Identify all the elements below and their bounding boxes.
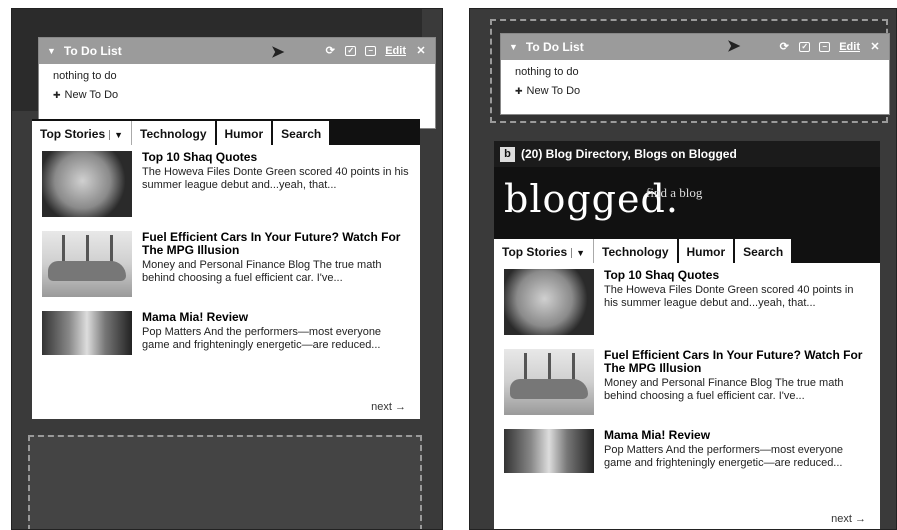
tab-search[interactable]: Search [273, 121, 332, 145]
story-summary: The Howeva Files Donte Green scored 40 p… [604, 284, 854, 309]
checkbox-icon[interactable]: ✓ [799, 42, 811, 52]
stories-widget: Top Stories ▼ Technology Humor Search Top… [494, 237, 880, 529]
story-title[interactable]: Top 10 Shaq Quotes [604, 269, 870, 282]
minimize-icon[interactable]: – [365, 46, 377, 56]
refresh-icon[interactable]: ⟳ [778, 41, 790, 53]
arrow-right-icon: → [855, 513, 866, 525]
collapse-icon[interactable]: ▼ [509, 42, 518, 52]
refresh-icon[interactable]: ⟳ [324, 45, 336, 57]
todo-title: To Do List [63, 44, 122, 58]
tab-top-stories[interactable]: Top Stories ▼ [32, 121, 133, 145]
blog-tagline: find a blog [646, 185, 703, 200]
tab-humor[interactable]: Humor [678, 239, 736, 263]
story-summary: Money and Personal Finance Blog The true… [604, 377, 844, 402]
close-icon[interactable]: ✕ [415, 45, 427, 57]
todo-titlebar[interactable]: ▼ To Do List ➤ ⟳ ✓ – Edit ✕ [39, 38, 435, 64]
tab-humor[interactable]: Humor [216, 121, 274, 145]
list-item[interactable]: Fuel Efficient Cars In Your Future? Watc… [42, 231, 410, 297]
story-title[interactable]: Top 10 Shaq Quotes [142, 151, 410, 164]
arrow-right-icon: → [395, 401, 406, 413]
list-item[interactable]: Top 10 Shaq Quotes The Howeva Files Dont… [504, 269, 870, 335]
tab-technology[interactable]: Technology [132, 121, 217, 145]
tab-search[interactable]: Search [735, 239, 794, 263]
close-icon[interactable]: ✕ [869, 41, 881, 53]
right-panel: ▼ To Do List ➤ ⟳ ✓ – Edit ✕ nothing to d… [469, 8, 897, 530]
story-summary: Pop Matters And the performers—most ever… [604, 444, 844, 469]
story-summary: Money and Personal Finance Blog The true… [142, 259, 382, 284]
next-link[interactable]: next → [371, 401, 406, 413]
list-item[interactable]: Fuel Efficient Cars In Your Future? Watc… [504, 349, 870, 415]
collapse-icon[interactable]: ▼ [47, 46, 56, 56]
edit-link[interactable]: Edit [385, 45, 406, 57]
todo-widget: ▼ To Do List ➤ ⟳ ✓ – Edit ✕ nothing to d… [500, 33, 890, 115]
tab-bar: Top Stories ▼ Technology Humor Search [494, 237, 880, 263]
list-item[interactable]: Top 10 Shaq Quotes The Howeva Files Dont… [42, 151, 410, 217]
mouse-cursor-icon: ➤ [271, 44, 285, 61]
next-link[interactable]: next → [831, 513, 866, 525]
left-panel: ▼ To Do List ➤ ⟳ ✓ – Edit ✕ nothing to d… [11, 8, 443, 530]
edit-link[interactable]: Edit [839, 41, 860, 53]
story-title[interactable]: Fuel Efficient Cars In Your Future? Watc… [604, 349, 870, 375]
stories-widget: Top Stories ▼ Technology Humor Search Top… [32, 119, 420, 419]
minimize-icon[interactable]: – [819, 42, 831, 52]
car-thumbnail[interactable] [42, 231, 132, 297]
checkbox-icon[interactable]: ✓ [345, 46, 357, 56]
story-summary: Pop Matters And the performers—most ever… [142, 326, 382, 351]
todo-titlebar[interactable]: ▼ To Do List ➤ ⟳ ✓ – Edit ✕ [501, 34, 889, 60]
tab-top-stories[interactable]: Top Stories ▼ [494, 239, 595, 263]
story-summary: The Howeva Files Donte Green scored 40 p… [142, 166, 409, 191]
chevron-down-icon[interactable]: ▼ [109, 130, 124, 140]
performers-thumbnail[interactable] [504, 429, 594, 473]
tab-technology[interactable]: Technology [594, 239, 679, 263]
list-item[interactable]: Mama Mia! Review Pop Matters And the per… [42, 311, 410, 355]
new-todo-link[interactable]: ✚ New To Do [53, 89, 421, 101]
drop-zone-bottom[interactable] [28, 435, 422, 529]
add-icon: ✚ [53, 90, 61, 100]
todo-empty-text: nothing to do [515, 66, 579, 78]
basketball-thumbnail[interactable] [504, 269, 594, 335]
story-title[interactable]: Mama Mia! Review [142, 311, 410, 324]
todo-empty-text: nothing to do [53, 70, 117, 82]
list-item[interactable]: Mama Mia! Review Pop Matters And the per… [504, 429, 870, 473]
car-thumbnail[interactable] [504, 349, 594, 415]
chevron-down-icon[interactable]: ▼ [571, 248, 586, 258]
performers-thumbnail[interactable] [42, 311, 132, 355]
mouse-cursor-icon: ➤ [727, 38, 741, 55]
blogged-header: b (20) Blog Directory, Blogs on Blogged … [494, 141, 880, 237]
story-title[interactable]: Fuel Efficient Cars In Your Future? Watc… [142, 231, 410, 257]
story-title[interactable]: Mama Mia! Review [604, 429, 870, 442]
blogged-logo-icon: b [500, 146, 515, 162]
todo-widget: ▼ To Do List ➤ ⟳ ✓ – Edit ✕ nothing to d… [38, 37, 436, 129]
new-todo-link[interactable]: ✚ New To Do [515, 85, 875, 97]
basketball-thumbnail[interactable] [42, 151, 132, 217]
todo-title: To Do List [525, 40, 584, 54]
add-icon: ✚ [515, 86, 523, 96]
blog-header-title[interactable]: (20) Blog Directory, Blogs on Blogged [521, 147, 737, 161]
tab-bar: Top Stories ▼ Technology Humor Search [32, 119, 420, 145]
